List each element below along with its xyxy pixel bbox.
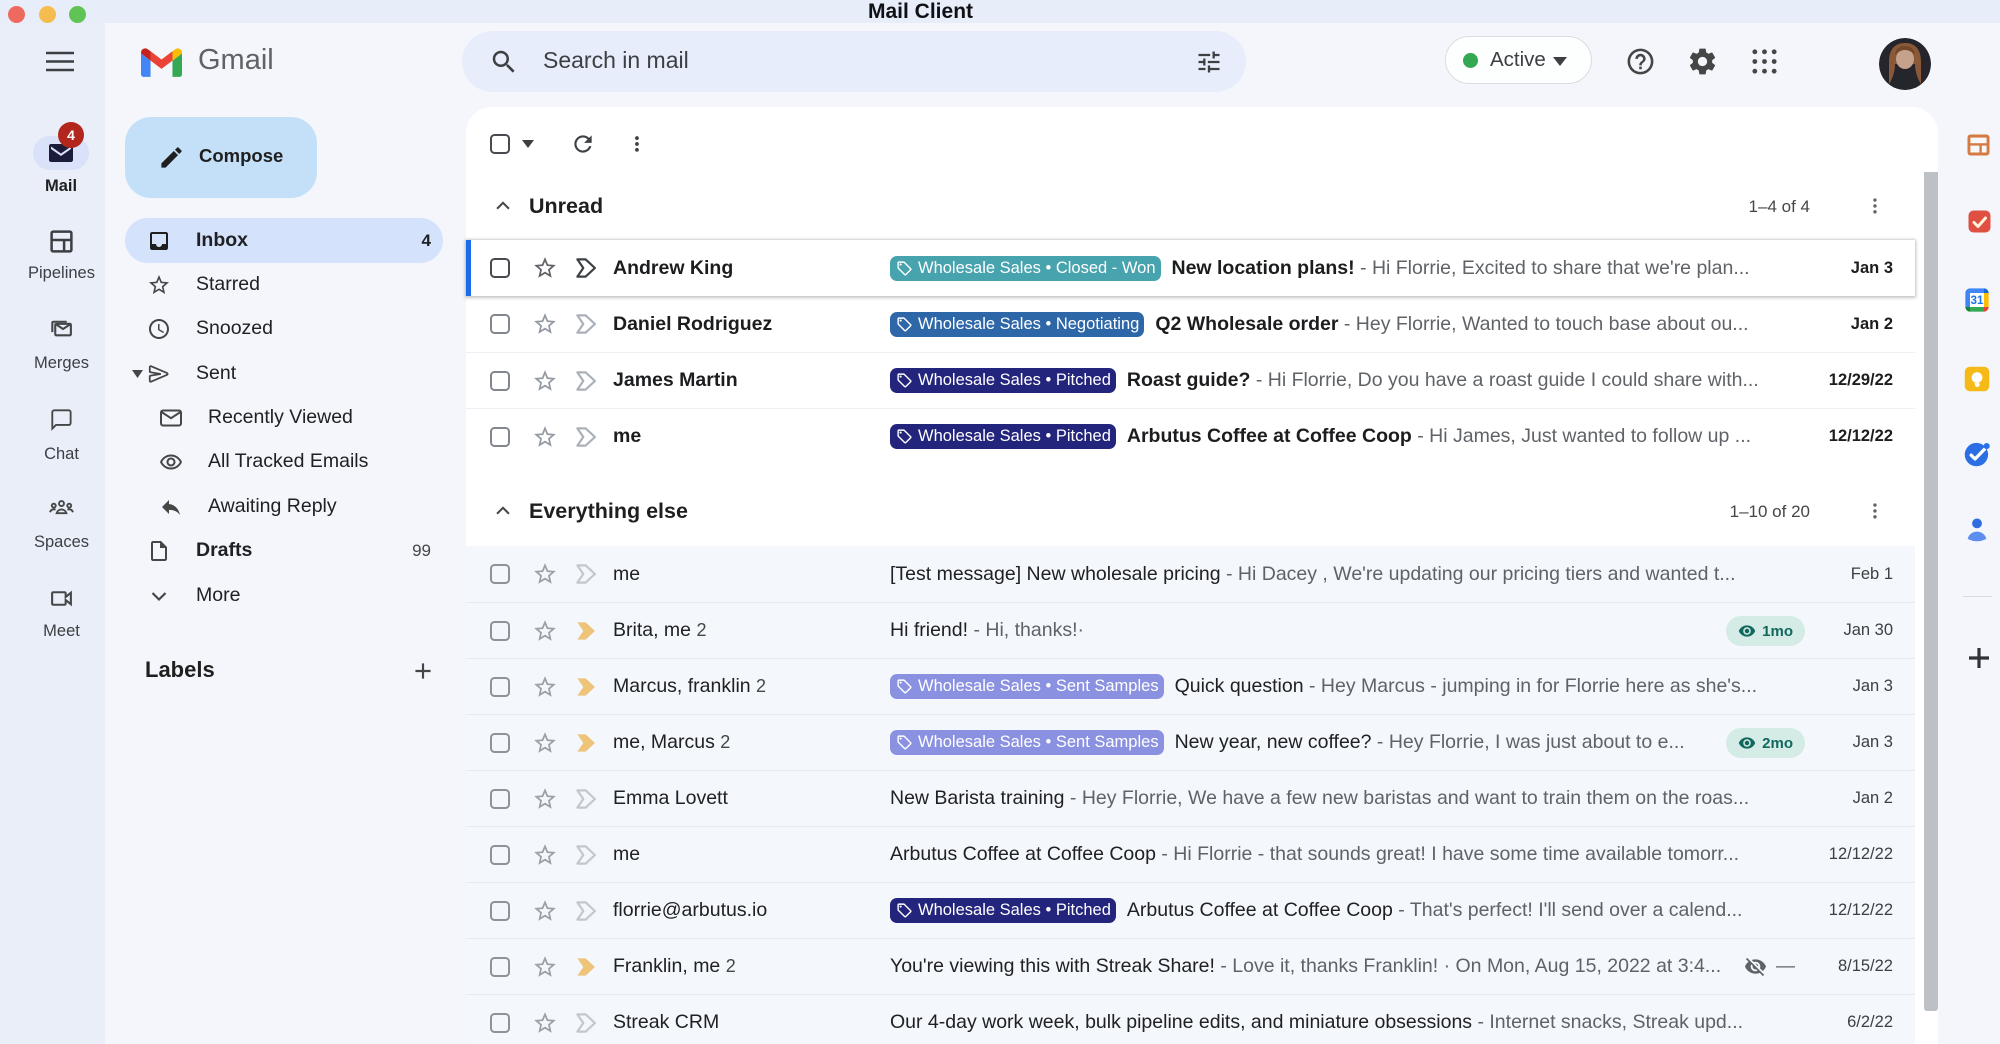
svg-text:31: 31 bbox=[1971, 294, 1984, 307]
